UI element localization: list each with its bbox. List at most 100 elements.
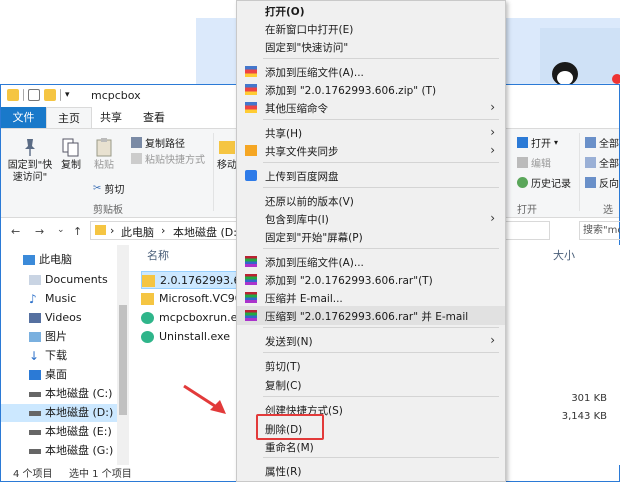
breadcrumb-separator: ›	[161, 224, 166, 237]
file-row[interactable]: 2.0.1762993.606	[141, 271, 254, 289]
history-label: 历史记录	[531, 179, 571, 190]
menu-item-add-archive[interactable]: 添加到压缩文件(A)...	[237, 62, 505, 81]
menu-item-other-compress[interactable]: 其他压缩命令 ›	[237, 98, 505, 117]
nav-item-documents[interactable]: Documents	[1, 271, 117, 289]
nav-pane-scrollbar[interactable]	[117, 245, 129, 465]
paste-shortcut-icon	[131, 153, 142, 164]
menu-separator	[263, 248, 499, 249]
nav-item-music[interactable]: ♪ Music	[1, 290, 117, 308]
menu-item-copy[interactable]: 复制(C)	[237, 375, 505, 394]
exe-icon	[141, 312, 154, 324]
menu-separator	[263, 119, 499, 120]
column-header-name[interactable]: 名称	[147, 247, 169, 263]
up-button[interactable]: ↑	[73, 225, 82, 238]
nav-item-desktop[interactable]: 桌面	[1, 366, 117, 384]
nav-item-this-pc[interactable]: 此电脑	[1, 251, 117, 269]
menu-item-rar-email[interactable]: 压缩并 E-mail...	[237, 288, 505, 307]
scrollbar-thumb[interactable]	[119, 305, 127, 415]
archive-icon	[245, 84, 257, 95]
menu-item-restore-previous[interactable]: 还原以前的版本(V)	[237, 191, 505, 210]
menu-item-include-library[interactable]: 包含到库中(I) ›	[237, 209, 505, 228]
file-size: 301 KB	[571, 393, 607, 404]
separator	[60, 89, 61, 101]
copy-button[interactable]: 复制	[59, 137, 83, 172]
menu-item-share-sync[interactable]: 共享文件夹同步 ›	[237, 141, 505, 160]
dropdown-icon[interactable]: ▾	[65, 89, 70, 101]
invert-selection-button[interactable]: 反向	[585, 175, 619, 190]
nav-item-drive-c[interactable]: 本地磁盘 (C:)	[1, 385, 117, 403]
selected-count: 选中 1 个项目	[69, 469, 132, 480]
column-header-size[interactable]: 大小	[553, 247, 575, 263]
menu-item-properties[interactable]: 属性(R)	[237, 461, 505, 480]
history-button[interactable]: 历史记录	[517, 175, 571, 190]
tab-file[interactable]: 文件	[1, 107, 46, 128]
select-all-button[interactable]: 全部	[585, 135, 619, 150]
menu-item-pin-quick-access[interactable]: 固定到"快速访问"	[237, 37, 505, 56]
menu-item-cut[interactable]: 剪切(T)	[237, 356, 505, 375]
edit-button[interactable]: 编辑	[517, 155, 551, 170]
paste-shortcut-button[interactable]: 粘贴快捷方式	[131, 151, 205, 166]
select-all-label: 全部	[599, 139, 619, 150]
scissors-icon: ✂	[93, 183, 102, 194]
invert-selection-icon	[585, 177, 596, 188]
move-to-button[interactable]: 移动	[217, 137, 237, 172]
copy-path-button[interactable]: 复制路径	[131, 135, 185, 150]
documents-icon	[29, 275, 41, 285]
separator	[213, 133, 214, 211]
menu-item-upload-baidu[interactable]: 上传到百度网盘	[237, 166, 505, 185]
drive-icon	[29, 430, 41, 435]
tab-view[interactable]: 查看	[134, 107, 174, 128]
open-button[interactable]: 打开 ▾	[517, 135, 558, 150]
nav-item-videos[interactable]: Videos	[1, 309, 117, 327]
nav-item-downloads[interactable]: ↓ 下载	[1, 347, 117, 365]
menu-item-rar-add-archive[interactable]: 添加到压缩文件(A)...	[237, 252, 505, 271]
menu-item-send-to[interactable]: 发送到(N) ›	[237, 331, 505, 350]
select-all-icon	[585, 137, 596, 148]
select-none-button[interactable]: 全部	[585, 155, 619, 170]
forward-button[interactable]: →	[35, 225, 44, 238]
menu-item-open[interactable]: 打开(O)	[237, 1, 505, 20]
pictures-icon	[29, 332, 41, 342]
separator	[579, 133, 580, 211]
red-arrow-annotation	[183, 384, 226, 414]
new-folder-icon[interactable]	[44, 89, 56, 101]
folder-icon	[142, 275, 155, 287]
folder-icon	[95, 225, 106, 235]
recent-locations-button[interactable]: ⌄	[57, 225, 65, 235]
menu-item-share[interactable]: 共享(H) ›	[237, 123, 505, 142]
paste-button[interactable]: 粘贴	[91, 137, 117, 172]
menu-item-pin-start[interactable]: 固定到"开始"屏幕(P)	[237, 227, 505, 246]
archive-icon	[245, 66, 257, 77]
menu-item-rar-add-named[interactable]: 添加到 "2.0.1762993.606.rar"(T)	[237, 270, 505, 289]
menu-separator	[263, 162, 499, 163]
winrar-icon	[245, 292, 257, 303]
breadcrumb-this-pc[interactable]: 此电脑	[121, 224, 154, 240]
back-button[interactable]: ←	[11, 225, 20, 238]
search-input[interactable]: 搜索"mc	[579, 221, 620, 240]
quick-access-toolbar: ▾	[7, 89, 70, 101]
computer-icon	[23, 255, 35, 265]
menu-item-open-new-window[interactable]: 在新窗口中打开(E)	[237, 19, 505, 38]
tab-home[interactable]: 主页	[46, 107, 92, 128]
file-row[interactable]: Microsoft.VC90.	[141, 290, 245, 308]
menu-item-add-zip[interactable]: 添加到 "2.0.1762993.606.zip" (T)	[237, 80, 505, 99]
drive-icon	[29, 449, 41, 454]
tab-share[interactable]: 共享	[92, 107, 130, 128]
breadcrumb-drive-d[interactable]: 本地磁盘 (D:)	[173, 224, 241, 240]
nav-item-drive-e[interactable]: 本地磁盘 (E:)	[1, 423, 117, 441]
cut-button[interactable]: ✂ 剪切	[93, 181, 124, 196]
nav-item-drive-d[interactable]: 本地磁盘 (D:)	[1, 404, 117, 422]
edit-label: 编辑	[531, 159, 551, 170]
menu-item-rar-named-email[interactable]: 压缩到 "2.0.1762993.606.rar" 并 E-mail	[237, 306, 505, 325]
nav-item-pictures[interactable]: 图片	[1, 328, 117, 346]
pin-quick-access-button[interactable]: 固定到"快速访问"	[5, 137, 55, 184]
window-title: mcpcbox	[91, 89, 141, 102]
menu-separator	[263, 396, 499, 397]
music-icon: ♪	[29, 292, 37, 306]
history-icon	[517, 177, 528, 188]
file-row[interactable]: mcpcboxrun.exe	[141, 309, 250, 327]
file-row[interactable]: Uninstall.exe	[141, 328, 241, 346]
pin-quick-access-label: 固定到"快速访问"	[7, 160, 53, 183]
properties-icon[interactable]	[28, 89, 40, 101]
nav-item-drive-g[interactable]: 本地磁盘 (G:)	[1, 442, 117, 460]
